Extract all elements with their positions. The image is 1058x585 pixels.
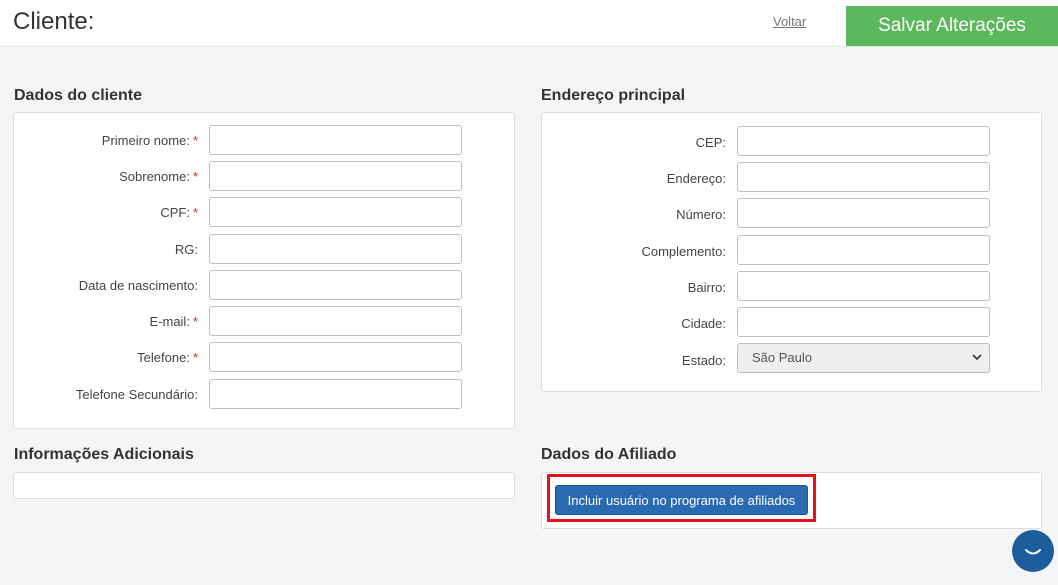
- cep-label: CEP:: [695, 135, 726, 150]
- complement-input[interactable]: [737, 235, 990, 265]
- secondary-phone-label: Telefone Secundário:: [75, 387, 198, 402]
- address-panel: CEP: Endereço: Número: Complemento: Bair…: [541, 112, 1042, 392]
- city-label: Cidade:: [681, 316, 726, 331]
- phone-input[interactable]: [209, 342, 462, 372]
- client-panel: Primeiro nome: * Sobrenome: * CPF: * RG: Da…: [13, 112, 515, 429]
- cpf-input[interactable]: [209, 197, 462, 227]
- top-bar: Cliente: Voltar Salvar Alterações: [0, 0, 1058, 47]
- neighborhood-label: Bairro:: [687, 280, 726, 295]
- include-affiliate-button[interactable]: Incluir usuário no programa de afiliados: [555, 485, 808, 515]
- save-button[interactable]: Salvar Alterações: [846, 6, 1058, 46]
- affiliate-section-title: Dados do Afiliado: [541, 446, 677, 463]
- address-section-title: Endereço principal: [541, 87, 686, 104]
- address-input[interactable]: [737, 162, 990, 192]
- email-label: E-mail: *: [149, 314, 198, 329]
- city-input[interactable]: [737, 307, 990, 337]
- chat-icon: [1025, 549, 1041, 555]
- page-title: Cliente:: [13, 8, 95, 35]
- additional-panel: [13, 472, 515, 499]
- chevron-down-icon: [972, 354, 982, 361]
- client-section-title: Dados do cliente: [14, 87, 143, 104]
- last-name-label: Sobrenome: *: [119, 169, 198, 184]
- first-name-label: Primeiro nome: *: [101, 133, 198, 148]
- number-input[interactable]: [737, 198, 990, 228]
- cpf-label: CPF: *: [160, 205, 198, 220]
- email-input[interactable]: [209, 306, 462, 336]
- state-select-value: São Paulo: [752, 350, 812, 365]
- birth-date-label: Data de nascimento:: [78, 278, 198, 293]
- additional-section-title: Informações Adicionais: [14, 446, 194, 463]
- chat-button[interactable]: [1012, 530, 1054, 572]
- birth-date-input[interactable]: [209, 270, 462, 300]
- back-link[interactable]: Voltar: [773, 14, 806, 29]
- secondary-phone-input[interactable]: [209, 379, 462, 409]
- cep-input[interactable]: [737, 126, 990, 156]
- rg-label: RG:: [174, 242, 198, 257]
- last-name-input[interactable]: [209, 161, 462, 191]
- number-label: Número:: [676, 207, 726, 222]
- rg-input[interactable]: [209, 234, 462, 264]
- complement-label: Complemento:: [641, 244, 726, 259]
- first-name-input[interactable]: [209, 125, 462, 155]
- neighborhood-input[interactable]: [737, 271, 990, 301]
- phone-label: Telefone: *: [137, 350, 198, 365]
- address-label: Endereço:: [666, 171, 726, 186]
- state-label: Estado:: [681, 353, 726, 368]
- state-select[interactable]: São Paulo: [737, 343, 990, 373]
